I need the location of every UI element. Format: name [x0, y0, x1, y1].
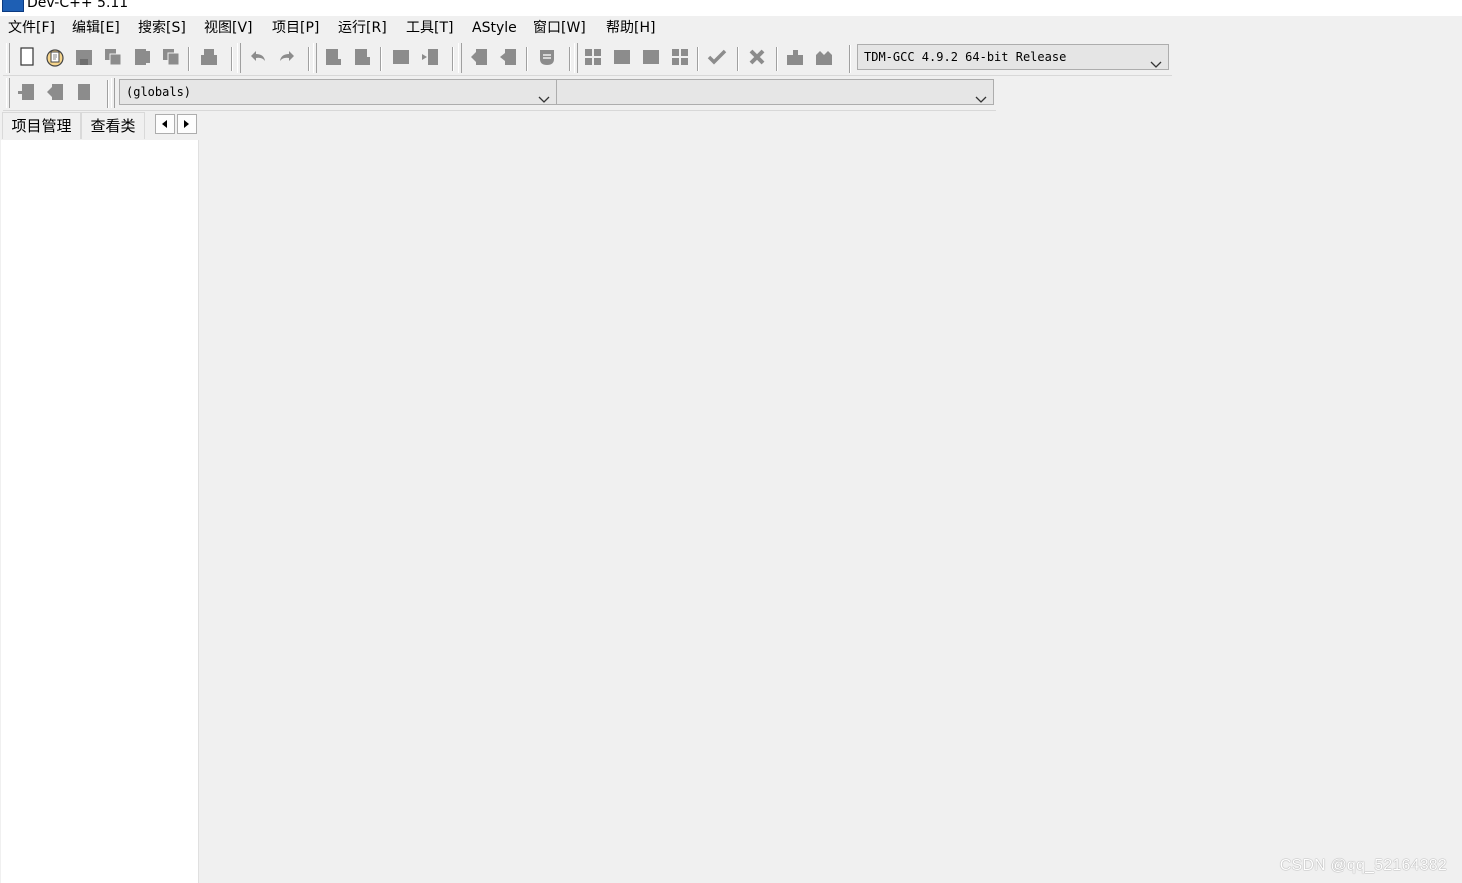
goto-line-icon[interactable]: [418, 45, 442, 69]
syntax-check-icon[interactable]: [705, 45, 729, 69]
toolbar-grip[interactable]: [111, 78, 115, 108]
toolbar-separator: [107, 80, 109, 108]
title-bar: Dev-C++ 5.11: [0, 0, 1462, 16]
save-icon[interactable]: [72, 45, 96, 69]
find-icon[interactable]: [321, 45, 345, 69]
compiler-select[interactable]: TDM-GCC 4.9.2 64-bit Release: [857, 44, 1169, 70]
menu-run[interactable]: 运行[R]: [338, 20, 387, 36]
replace-icon[interactable]: [350, 45, 374, 69]
toolbar-grip[interactable]: [574, 43, 578, 73]
redo-icon[interactable]: [275, 45, 299, 69]
class-select[interactable]: (globals): [119, 79, 557, 105]
new-class-icon[interactable]: [14, 80, 38, 104]
toolbar-grip[interactable]: [6, 78, 10, 108]
class-select-value: (globals): [126, 85, 192, 99]
chevron-down-icon: [1150, 53, 1162, 77]
toolbar-grip[interactable]: [313, 43, 317, 73]
watermark: CSDN @qq_52164382: [1279, 857, 1447, 874]
unindent-icon[interactable]: [496, 45, 520, 69]
chevron-down-icon: [975, 88, 987, 112]
tab-classes[interactable]: 查看类: [81, 112, 145, 139]
toolbar-separator: [452, 47, 454, 71]
toggle-icon[interactable]: [72, 80, 96, 104]
toolbar-separator: [188, 47, 190, 71]
open-project-icon[interactable]: [43, 45, 67, 69]
compile-run-icon[interactable]: [639, 45, 663, 69]
app-icon: [2, 0, 24, 12]
class-toolbar: (globals): [3, 76, 996, 111]
find-next-icon[interactable]: [389, 45, 413, 69]
menu-view[interactable]: 视图[V]: [204, 20, 253, 36]
menu-project[interactable]: 项目[P]: [272, 20, 319, 36]
close-all-icon[interactable]: [159, 45, 183, 69]
toolbar-separator: [849, 45, 851, 73]
chevron-left-icon: [162, 120, 167, 128]
menu-tools[interactable]: 工具[T]: [406, 20, 453, 36]
debug-icon[interactable]: [783, 45, 807, 69]
insert-icon[interactable]: [43, 80, 67, 104]
toolbar-separator: [231, 47, 233, 71]
menu-file[interactable]: 文件[F]: [8, 20, 55, 36]
toolbar-separator: [569, 47, 571, 71]
menu-astyle[interactable]: AStyle: [472, 20, 517, 36]
menu-search[interactable]: 搜索[S]: [138, 20, 186, 36]
save-all-icon[interactable]: [101, 45, 125, 69]
run-icon[interactable]: [610, 45, 634, 69]
toolbar-separator: [737, 47, 739, 71]
main-toolbar: TDM-GCC 4.9.2 64-bit Release: [3, 41, 1172, 76]
member-select[interactable]: [556, 79, 994, 105]
tab-scroll-right-button[interactable]: [177, 114, 197, 134]
compiler-select-value: TDM-GCC 4.9.2 64-bit Release: [864, 50, 1067, 64]
toolbar-grip[interactable]: [6, 43, 10, 73]
profile-icon[interactable]: [812, 45, 836, 69]
toolbar-separator: [308, 47, 310, 71]
compile-icon[interactable]: [581, 45, 605, 69]
menu-edit[interactable]: 编辑[E]: [72, 20, 120, 36]
tab-project[interactable]: 项目管理: [2, 112, 81, 139]
toggle-bookmark-icon[interactable]: [535, 45, 559, 69]
toolbar-separator: [697, 47, 699, 71]
chevron-right-icon: [184, 120, 189, 128]
chevron-down-icon: [538, 88, 550, 112]
menu-bar: 文件[F] 编辑[E] 搜索[S] 视图[V] 项目[P] 运行[R] 工具[T…: [0, 16, 1462, 40]
new-file-icon[interactable]: [15, 45, 39, 69]
toolbar-separator: [526, 47, 528, 71]
indent-icon[interactable]: [467, 45, 491, 69]
toolbar-separator: [776, 47, 778, 71]
undo-icon[interactable]: [246, 45, 270, 69]
window-title: Dev-C++ 5.11: [27, 0, 129, 11]
toolbar-separator: [380, 47, 382, 71]
stop-icon[interactable]: [745, 45, 769, 69]
rebuild-icon[interactable]: [668, 45, 692, 69]
print-icon[interactable]: [197, 45, 221, 69]
toolbar-grip[interactable]: [458, 43, 462, 73]
toolbar-grip[interactable]: [237, 43, 241, 73]
project-tree-panel[interactable]: [1, 140, 199, 883]
menu-help[interactable]: 帮助[H]: [606, 20, 655, 36]
menu-window[interactable]: 窗口[W]: [533, 20, 586, 36]
editor-area[interactable]: [199, 140, 1462, 883]
tab-scroll-left-button[interactable]: [155, 114, 175, 134]
close-icon[interactable]: [130, 45, 154, 69]
